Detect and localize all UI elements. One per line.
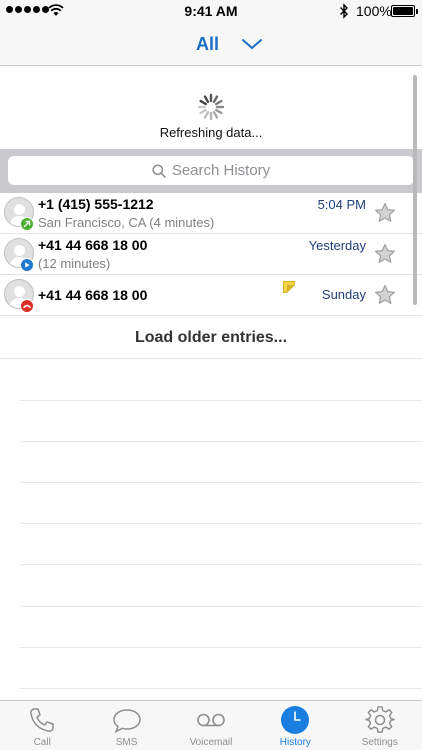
list-divider	[20, 564, 422, 565]
tab-label: History	[279, 737, 311, 748]
entry-time: Yesterday	[308, 238, 366, 253]
outgoing-call-icon	[20, 217, 34, 231]
scrollbar[interactable]	[413, 75, 417, 305]
search-bar: Search History	[0, 149, 422, 193]
filter-label: All	[196, 33, 220, 54]
favorite-star-icon[interactable]	[374, 202, 396, 224]
note-icon	[283, 281, 295, 293]
tab-history[interactable]: History	[253, 701, 337, 750]
search-input[interactable]: Search History	[8, 156, 414, 185]
tab-label: Settings	[361, 737, 398, 748]
entry-time: Sunday	[321, 287, 366, 302]
tab-call[interactable]: Call	[0, 701, 84, 750]
clock-icon	[281, 706, 310, 734]
list-divider	[20, 688, 422, 689]
refresh-area: Refreshing data...	[0, 67, 422, 149]
tab-settings[interactable]: Settings	[338, 701, 422, 750]
list-divider	[20, 441, 422, 442]
chevron-down-icon	[242, 39, 263, 50]
battery-icon	[391, 5, 418, 17]
phone-screen: 9:41 AM 100% All Refreshing data... Sear…	[0, 0, 422, 750]
entry-number: +41 44 668 18 00	[38, 287, 148, 303]
tab-label: Call	[33, 737, 51, 748]
load-older-button[interactable]: Load older entries...	[0, 317, 422, 359]
status-bar: 9:41 AM 100%	[0, 0, 422, 22]
phone-icon	[30, 708, 54, 732]
chat-bubble-icon	[112, 709, 141, 734]
favorite-star-icon[interactable]	[374, 243, 396, 265]
incoming-call-icon	[20, 258, 34, 272]
list-divider	[20, 400, 422, 401]
loading-spinner-icon	[197, 93, 225, 121]
refresh-status-text: Refreshing data...	[159, 125, 263, 140]
tab-bar: Call SMS Voicemail History Settings	[0, 700, 422, 750]
entry-number: +1 (415) 555-1212	[38, 196, 154, 212]
filter-dropdown[interactable]: All	[196, 32, 263, 56]
missed-call-icon	[20, 299, 34, 313]
voicemail-icon	[197, 713, 225, 727]
search-icon	[152, 163, 166, 178]
bluetooth-icon	[340, 3, 348, 19]
history-entry[interactable]: +1 (415) 555-1212 San Francisco, CA (4 m…	[0, 193, 422, 234]
tab-sms[interactable]: SMS	[84, 701, 168, 750]
entry-detail: (12 minutes)	[38, 256, 111, 271]
entry-number: +41 44 668 18 00	[38, 237, 148, 253]
favorite-star-icon[interactable]	[374, 284, 396, 306]
tab-label: Voicemail	[189, 737, 233, 748]
list-divider	[20, 482, 422, 483]
history-entry[interactable]: +41 44 668 18 00 Sunday	[0, 275, 422, 316]
list-divider	[20, 647, 422, 648]
list-divider	[20, 606, 422, 607]
nav-header: All	[0, 22, 422, 66]
history-list: +1 (415) 555-1212 San Francisco, CA (4 m…	[0, 193, 422, 316]
tab-voicemail[interactable]: Voicemail	[169, 701, 253, 750]
search-placeholder: Search History	[171, 162, 271, 179]
battery-percentage: 100%	[356, 3, 392, 19]
entry-detail: San Francisco, CA (4 minutes)	[38, 215, 215, 230]
history-entry[interactable]: +41 44 668 18 00 (12 minutes) Yesterday	[0, 234, 422, 275]
list-divider	[20, 523, 422, 524]
gear-icon	[365, 706, 395, 733]
tab-label: SMS	[115, 737, 138, 748]
entry-time: 5:04 PM	[317, 197, 366, 212]
